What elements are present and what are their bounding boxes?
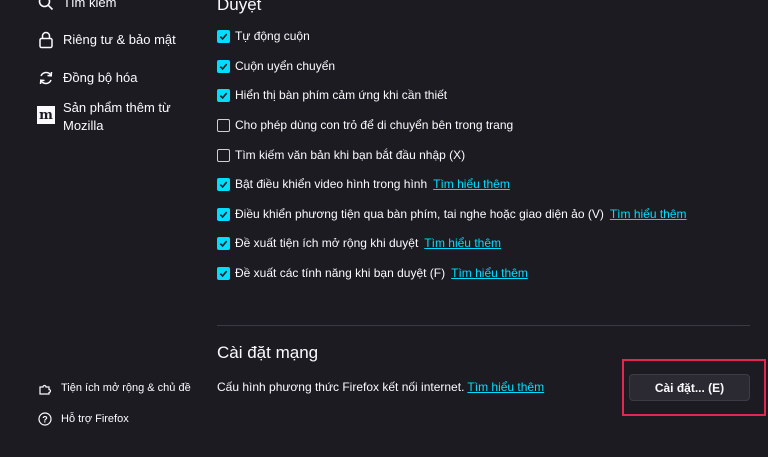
- option-recommend-features[interactable]: Đề xuất các tính năng khi bạn duyệt (F) …: [217, 266, 528, 280]
- option-label: Đề xuất tiện ích mở rộng khi duyệt: [235, 236, 419, 250]
- option-recommend-extensions[interactable]: Đề xuất tiện ích mở rộng khi duyệt Tìm h…: [217, 236, 501, 250]
- learn-more-link[interactable]: Tìm hiểu thêm: [451, 266, 528, 280]
- option-caret-browsing[interactable]: Cho phép dùng con trỏ để di chuyển bên t…: [217, 118, 513, 132]
- learn-more-link[interactable]: Tìm hiểu thêm: [467, 380, 544, 394]
- option-label: Tự động cuộn: [235, 29, 310, 43]
- section-divider: [217, 325, 750, 326]
- checkbox[interactable]: [217, 266, 230, 280]
- help-icon: ?: [37, 411, 53, 427]
- sidebar-item-search[interactable]: Tìm kiếm: [37, 0, 116, 12]
- option-label: Đề xuất các tính năng khi bạn duyệt (F): [235, 266, 446, 280]
- sidebar-item-sync[interactable]: Đồng bộ hóa: [37, 69, 137, 87]
- option-autoscroll[interactable]: Tự động cuộn: [217, 29, 310, 43]
- option-smooth-scrolling[interactable]: Cuộn uyển chuyển: [217, 59, 335, 73]
- sync-icon: [37, 69, 55, 87]
- browsing-section-title: Duyệt: [217, 0, 262, 14]
- checkbox[interactable]: [217, 236, 230, 250]
- checkbox[interactable]: [217, 177, 230, 191]
- learn-more-link[interactable]: Tìm hiểu thêm: [610, 207, 687, 221]
- checkbox[interactable]: [217, 148, 230, 162]
- option-label: Cho phép dùng con trỏ để di chuyển bên t…: [235, 118, 514, 132]
- option-picture-in-picture[interactable]: Bật điều khiển video hình trong hình Tìm…: [217, 177, 510, 191]
- option-label: Điều khiển phương tiện qua bàn phím, tai…: [235, 207, 604, 221]
- checkbox[interactable]: [217, 118, 230, 132]
- sidebar-item-label: Tìm kiếm: [63, 0, 117, 10]
- sidebar-item-mozilla-products[interactable]: m Sản phẩm thêm từ Mozilla: [37, 99, 171, 135]
- sidebar-item-firefox-support[interactable]: ? Hỗ trợ Firefox: [37, 411, 129, 427]
- sidebar-item-label: Đồng bộ hóa: [63, 70, 138, 85]
- network-section-title: Cài đặt mạng: [217, 343, 319, 362]
- learn-more-link[interactable]: Tìm hiểu thêm: [424, 236, 501, 250]
- svg-text:?: ?: [42, 415, 48, 425]
- mozilla-icon: m: [37, 106, 55, 124]
- option-touch-keyboard[interactable]: Hiển thị bàn phím cảm ứng khi cần thiết: [217, 88, 447, 102]
- puzzle-icon: [37, 380, 53, 396]
- network-description: Cấu hình phương thức Firefox kết nối int…: [217, 380, 545, 394]
- sidebar-item-privacy[interactable]: Riêng tư & bảo mật: [37, 31, 176, 49]
- sidebar-item-label: Hỗ trợ Firefox: [61, 413, 129, 425]
- highlight-box: [622, 359, 766, 416]
- option-label: Bật điều khiển video hình trong hình: [235, 177, 428, 191]
- checkbox[interactable]: [217, 59, 230, 73]
- option-label: Hiển thị bàn phím cảm ứng khi cần thiết: [235, 88, 448, 102]
- option-label: Tìm kiếm văn bản khi bạn bắt đầu nhập (X…: [235, 148, 466, 162]
- sidebar: Tìm kiếm Riêng tư & bảo mật Đồng bộ hóa …: [0, 0, 200, 457]
- sidebar-item-extensions-themes[interactable]: Tiện ích mở rộng & chủ đề: [37, 380, 191, 396]
- option-media-keys[interactable]: Điều khiển phương tiện qua bàn phím, tai…: [217, 207, 687, 221]
- sidebar-item-label: Tiện ích mở rộng & chủ đề: [61, 382, 191, 394]
- checkbox[interactable]: [217, 29, 230, 43]
- sidebar-item-label: Sản phẩm thêm từ Mozilla: [63, 100, 171, 133]
- learn-more-link[interactable]: Tìm hiểu thêm: [433, 177, 510, 191]
- checkbox[interactable]: [217, 88, 230, 102]
- lock-icon: [37, 31, 55, 49]
- option-search-when-typing[interactable]: Tìm kiếm văn bản khi bạn bắt đầu nhập (X…: [217, 148, 465, 162]
- sidebar-item-label: Riêng tư & bảo mật: [63, 32, 176, 47]
- checkbox[interactable]: [217, 207, 230, 221]
- search-icon: [37, 0, 55, 12]
- option-label: Cuộn uyển chuyển: [235, 59, 336, 73]
